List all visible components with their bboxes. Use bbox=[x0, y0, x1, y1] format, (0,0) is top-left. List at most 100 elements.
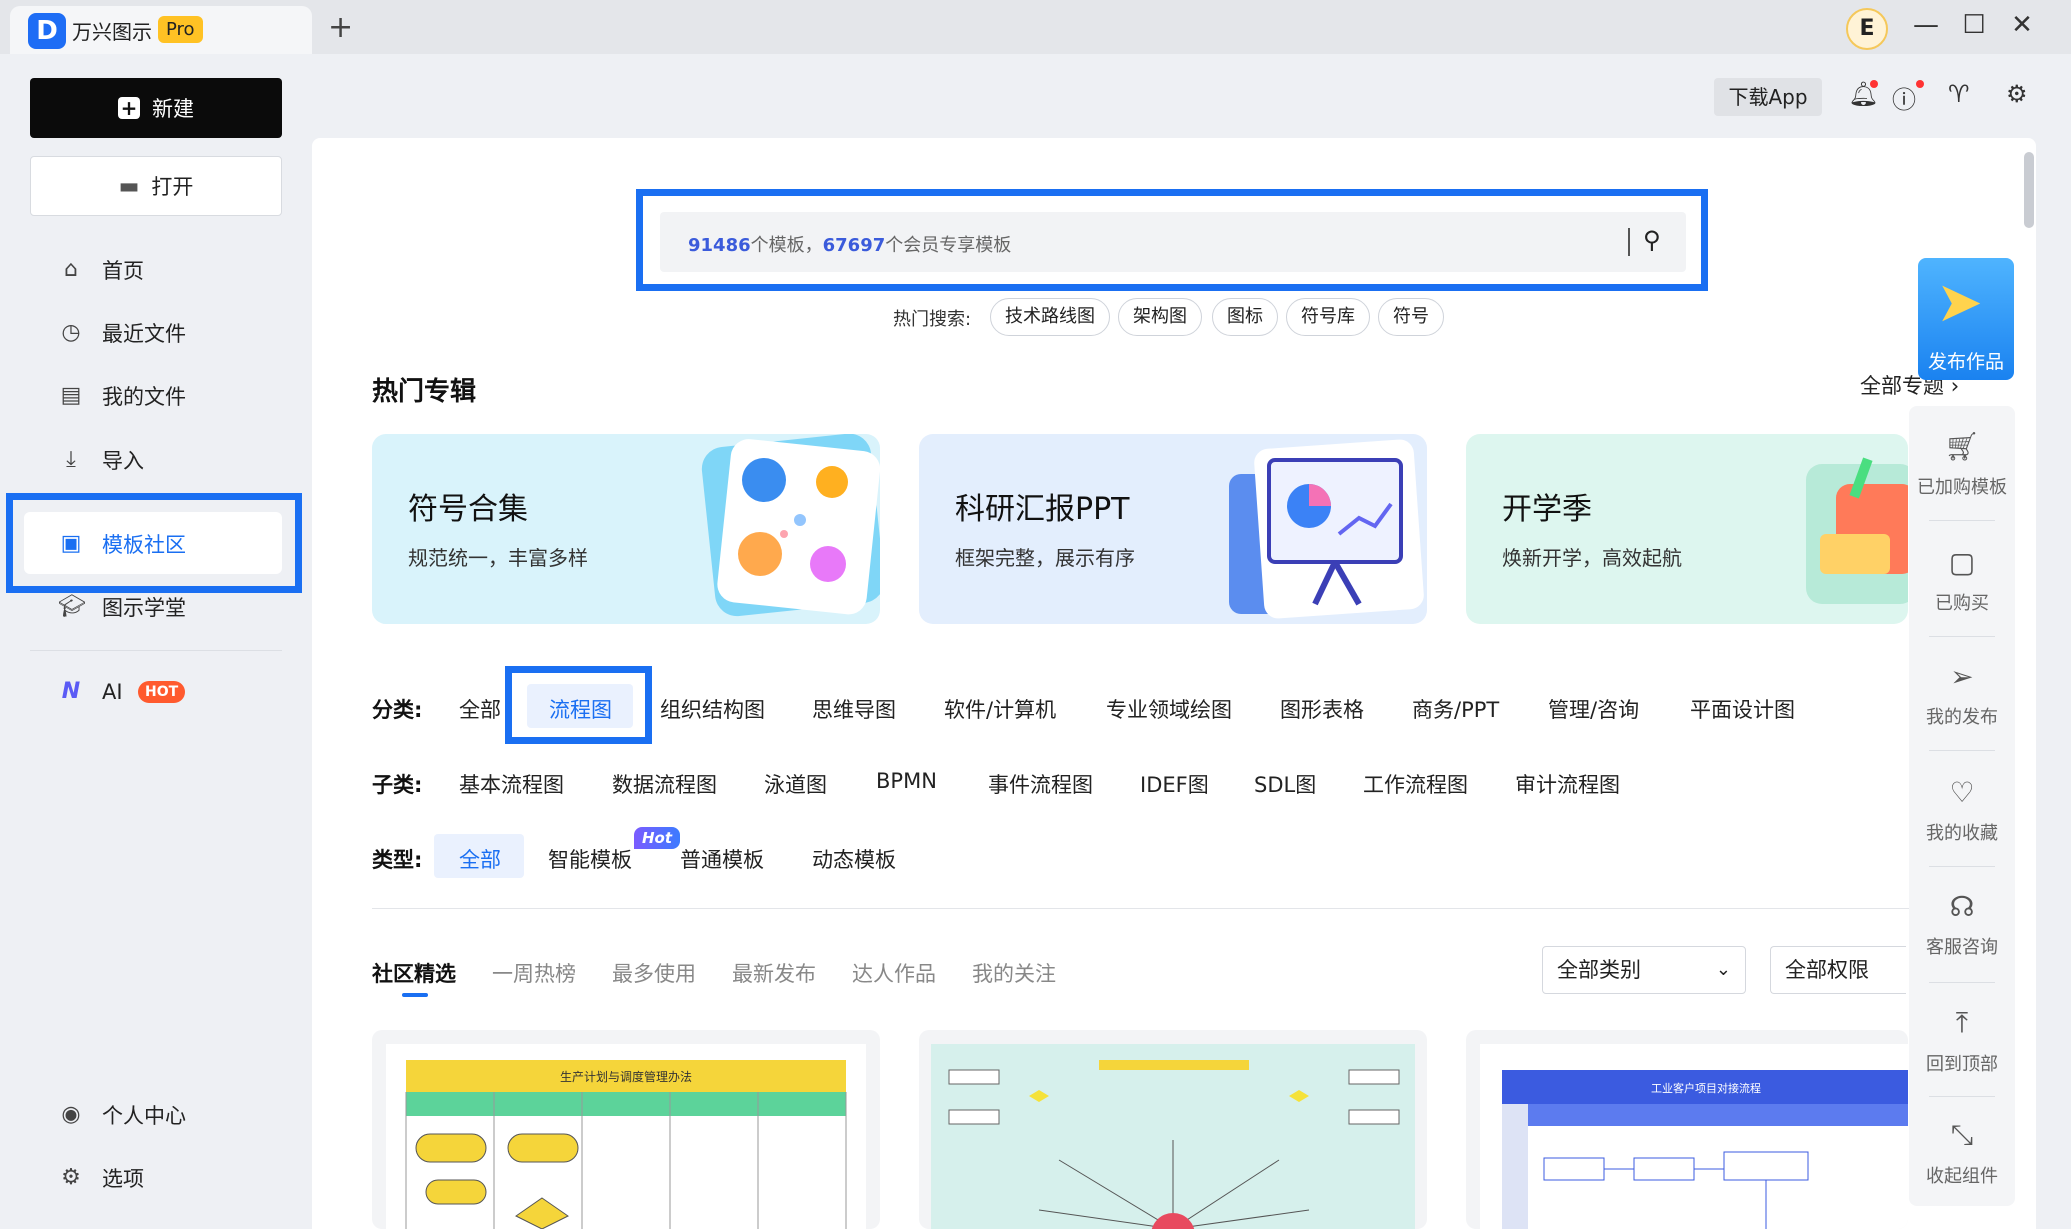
category-option[interactable]: 全部 bbox=[459, 694, 501, 724]
right-divider bbox=[1929, 520, 1995, 521]
hot-search-label: 热门搜索: bbox=[893, 309, 972, 330]
sidebar-item-ai[interactable]: N AI bbox=[58, 672, 123, 712]
category-option[interactable]: 平面设计图 bbox=[1690, 694, 1795, 724]
type-option[interactable]: 动态模板 bbox=[812, 844, 896, 874]
card-title: 科研汇报PPT bbox=[955, 492, 1130, 527]
sidebar-item-home[interactable]: ⌂ 首页 bbox=[58, 250, 144, 290]
home-icon: ⌂ bbox=[64, 257, 78, 282]
category-option[interactable]: 管理/咨询 bbox=[1548, 694, 1639, 724]
hot-search-chip[interactable]: 架构图 bbox=[1118, 298, 1202, 336]
symbols-illustration-icon bbox=[701, 434, 880, 617]
settings-icon[interactable]: ⚙ bbox=[2006, 80, 2028, 108]
shirt-icon[interactable]: ♈︎ bbox=[1948, 80, 1970, 108]
help-icon[interactable]: ⓘ bbox=[1892, 80, 1916, 115]
purchased-icon: ▢ bbox=[1948, 546, 1976, 579]
category-select[interactable]: 全部类别 ⌄ bbox=[1542, 946, 1746, 994]
open-button-label: 打开 bbox=[151, 175, 194, 199]
minimize-button[interactable]: — bbox=[1908, 10, 1944, 40]
to-top-icon: ⤒ bbox=[1955, 1006, 1969, 1039]
section-title: 热门专辑 bbox=[372, 377, 477, 407]
right-item-label: 我的发布 bbox=[1926, 707, 1998, 728]
tab-most-used[interactable]: 最多使用 bbox=[612, 958, 696, 988]
category-option[interactable]: 专业领域绘图 bbox=[1106, 694, 1232, 724]
sidebar-item-options[interactable]: ⚙ 选项 bbox=[58, 1158, 144, 1198]
featured-card-back-to-school[interactable]: 开学季 焕新开学，高效起航 bbox=[1466, 434, 1908, 624]
subcategory-option[interactable]: 基本流程图 bbox=[459, 769, 564, 799]
publish-button[interactable]: ➤ 发布作品 bbox=[1918, 258, 2014, 380]
template-card[interactable]: 工业客户项目对接流程 bbox=[1466, 1030, 1908, 1229]
download-app-button[interactable]: 下载App bbox=[1714, 78, 1822, 116]
category-option[interactable]: 商务/PPT bbox=[1412, 694, 1499, 724]
hot-search-chip[interactable]: 图标 bbox=[1212, 298, 1278, 336]
template-title: 工业客户项目对接流程 bbox=[1651, 1081, 1761, 1095]
purchased-button[interactable]: ▢ 已购买 bbox=[1909, 546, 2015, 615]
featured-card-research-ppt[interactable]: 科研汇报PPT 框架完整，展示有序 bbox=[919, 434, 1427, 624]
cart-button[interactable]: 🛒︎ 已加购模板 bbox=[1909, 430, 2015, 499]
category-option[interactable]: 思维导图 bbox=[812, 694, 896, 724]
card-title: 符号合集 bbox=[408, 492, 528, 527]
sidebar-item-recent[interactable]: ◷ 最近文件 bbox=[58, 313, 186, 353]
permission-select[interactable]: 全部权限 bbox=[1770, 946, 1906, 994]
subcategory-option[interactable]: 工作流程图 bbox=[1363, 769, 1468, 799]
hot-search-chip[interactable]: 符号 bbox=[1378, 298, 1444, 336]
right-item-label: 客服咨询 bbox=[1926, 937, 1998, 958]
type-option[interactable]: 智能模板 bbox=[548, 844, 632, 874]
avatar[interactable]: E bbox=[1846, 8, 1888, 50]
template-card[interactable] bbox=[919, 1030, 1427, 1229]
right-item-label: 回到顶部 bbox=[1926, 1054, 1998, 1075]
featured-card-symbols[interactable]: 符号合集 规范统一，丰富多样 bbox=[372, 434, 880, 624]
new-tab-button[interactable]: + bbox=[328, 10, 353, 45]
subcategory-option[interactable]: 事件流程图 bbox=[988, 769, 1093, 799]
hot-search-chip[interactable]: 符号库 bbox=[1286, 298, 1370, 336]
sidebar-divider bbox=[30, 650, 282, 651]
new-button[interactable]: + 新建 bbox=[30, 78, 282, 138]
tab-weekly-hot[interactable]: 一周热榜 bbox=[492, 958, 576, 988]
category-option[interactable]: 图形表格 bbox=[1280, 694, 1364, 724]
template-card[interactable]: 生产计划与调度管理办法 bbox=[372, 1030, 880, 1229]
right-item-label: 已加购模板 bbox=[1917, 477, 2007, 498]
subcategory-option[interactable]: 泳道图 bbox=[764, 769, 827, 799]
sidebar-item-profile[interactable]: ◉ 个人中心 bbox=[58, 1095, 186, 1135]
sidebar-item-my-files[interactable]: ▤ 我的文件 bbox=[58, 376, 186, 416]
right-item-label: 收起组件 bbox=[1926, 1166, 1998, 1187]
filter-divider bbox=[372, 908, 1910, 909]
subcategory-option[interactable]: IDEF图 bbox=[1140, 769, 1209, 799]
customer-service-button[interactable]: ☊ 客服咨询 bbox=[1909, 890, 2015, 959]
collapse-button[interactable]: ⤡ 收起组件 bbox=[1909, 1118, 2015, 1188]
category-option[interactable]: 软件/计算机 bbox=[944, 694, 1056, 724]
sidebar-item-label: 个人中心 bbox=[102, 1104, 186, 1128]
tab-following[interactable]: 我的关注 bbox=[972, 958, 1056, 988]
sidebar-item-academy[interactable]: 🎓︎ 图示学堂 bbox=[58, 587, 186, 627]
subcategory-option[interactable]: 审计流程图 bbox=[1515, 769, 1620, 799]
tab-latest[interactable]: 最新发布 bbox=[732, 958, 816, 988]
school-bag-icon bbox=[1806, 457, 1908, 604]
sidebar-item-label: 导入 bbox=[102, 449, 144, 473]
help-dot bbox=[1916, 80, 1924, 88]
right-divider bbox=[1929, 866, 1995, 867]
favorites-button[interactable]: ♡ 我的收藏 bbox=[1909, 776, 2015, 845]
heart-icon: ♡ bbox=[1949, 776, 1975, 809]
clock-icon: ◷ bbox=[61, 320, 81, 345]
new-button-label: 新建 bbox=[152, 97, 194, 121]
close-button[interactable]: ✕ bbox=[2004, 10, 2040, 40]
back-to-top-button[interactable]: ⤒ 回到顶部 bbox=[1909, 1006, 2015, 1076]
category-option[interactable]: 组织结构图 bbox=[660, 694, 765, 724]
sidebar-item-label: 图示学堂 bbox=[102, 596, 186, 620]
tab-community-picks[interactable]: 社区精选 bbox=[372, 958, 456, 988]
subcategory-option[interactable]: BPMN bbox=[876, 769, 937, 793]
type-option-selected[interactable]: 全部 bbox=[459, 844, 501, 874]
tab-experts[interactable]: 达人作品 bbox=[852, 958, 936, 988]
subcategory-option[interactable]: 数据流程图 bbox=[612, 769, 717, 799]
presentation-board-icon bbox=[1229, 439, 1424, 619]
maximize-button[interactable]: ☐ bbox=[1956, 10, 1992, 40]
highlight-box-sidebar bbox=[6, 493, 302, 593]
cart-icon: 🛒︎ bbox=[1944, 430, 1980, 463]
my-publish-button[interactable]: ➢ 我的发布 bbox=[1909, 660, 2015, 729]
right-divider bbox=[1929, 750, 1995, 751]
hot-search-chip[interactable]: 技术路线图 bbox=[990, 298, 1110, 336]
open-button[interactable]: ▬ 打开 bbox=[30, 156, 282, 216]
subcategory-option[interactable]: SDL图 bbox=[1254, 769, 1316, 799]
scrollbar[interactable] bbox=[2024, 152, 2034, 228]
type-option[interactable]: 普通模板 bbox=[680, 844, 764, 874]
sidebar-item-import[interactable]: ⤓ 导入 bbox=[58, 440, 144, 480]
